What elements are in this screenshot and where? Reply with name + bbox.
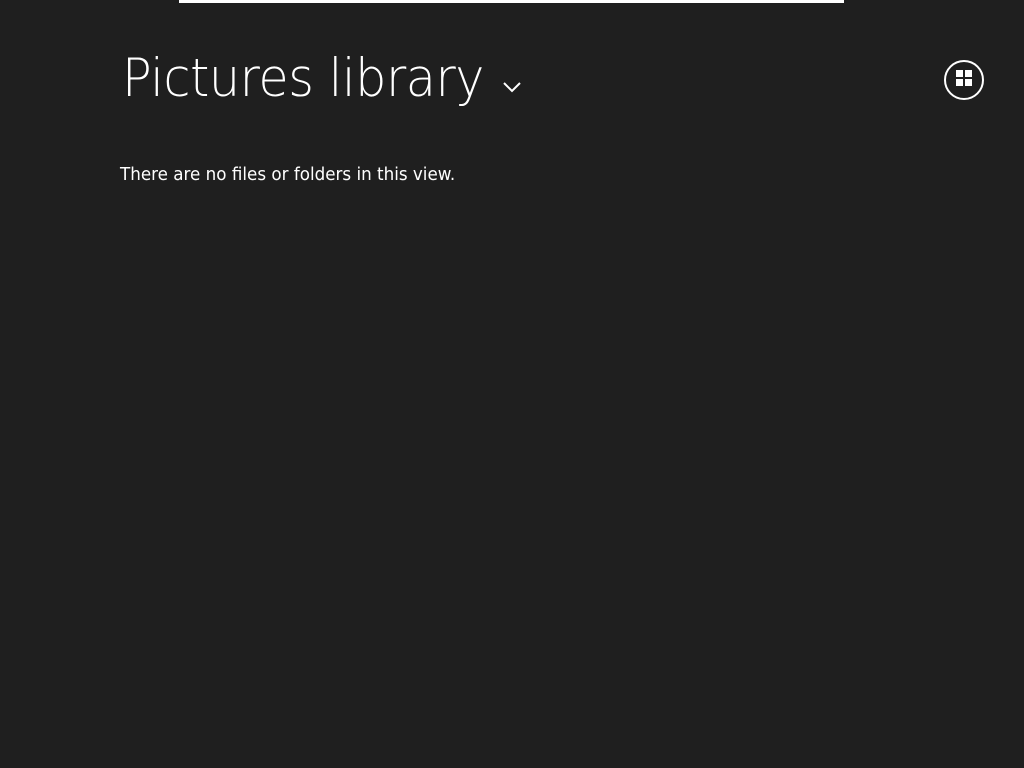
view-toggle-button[interactable] bbox=[944, 60, 984, 100]
page-title: Pictures library bbox=[122, 48, 485, 109]
chevron-down-icon bbox=[501, 76, 523, 98]
top-progress-indicator bbox=[179, 0, 844, 3]
empty-state-message: There are no files or folders in this vi… bbox=[120, 164, 456, 185]
library-title-dropdown[interactable]: Pictures library bbox=[122, 46, 523, 112]
grid-view-icon bbox=[955, 69, 973, 91]
pictures-library-screen: Pictures library There are no files or f… bbox=[0, 0, 1024, 768]
